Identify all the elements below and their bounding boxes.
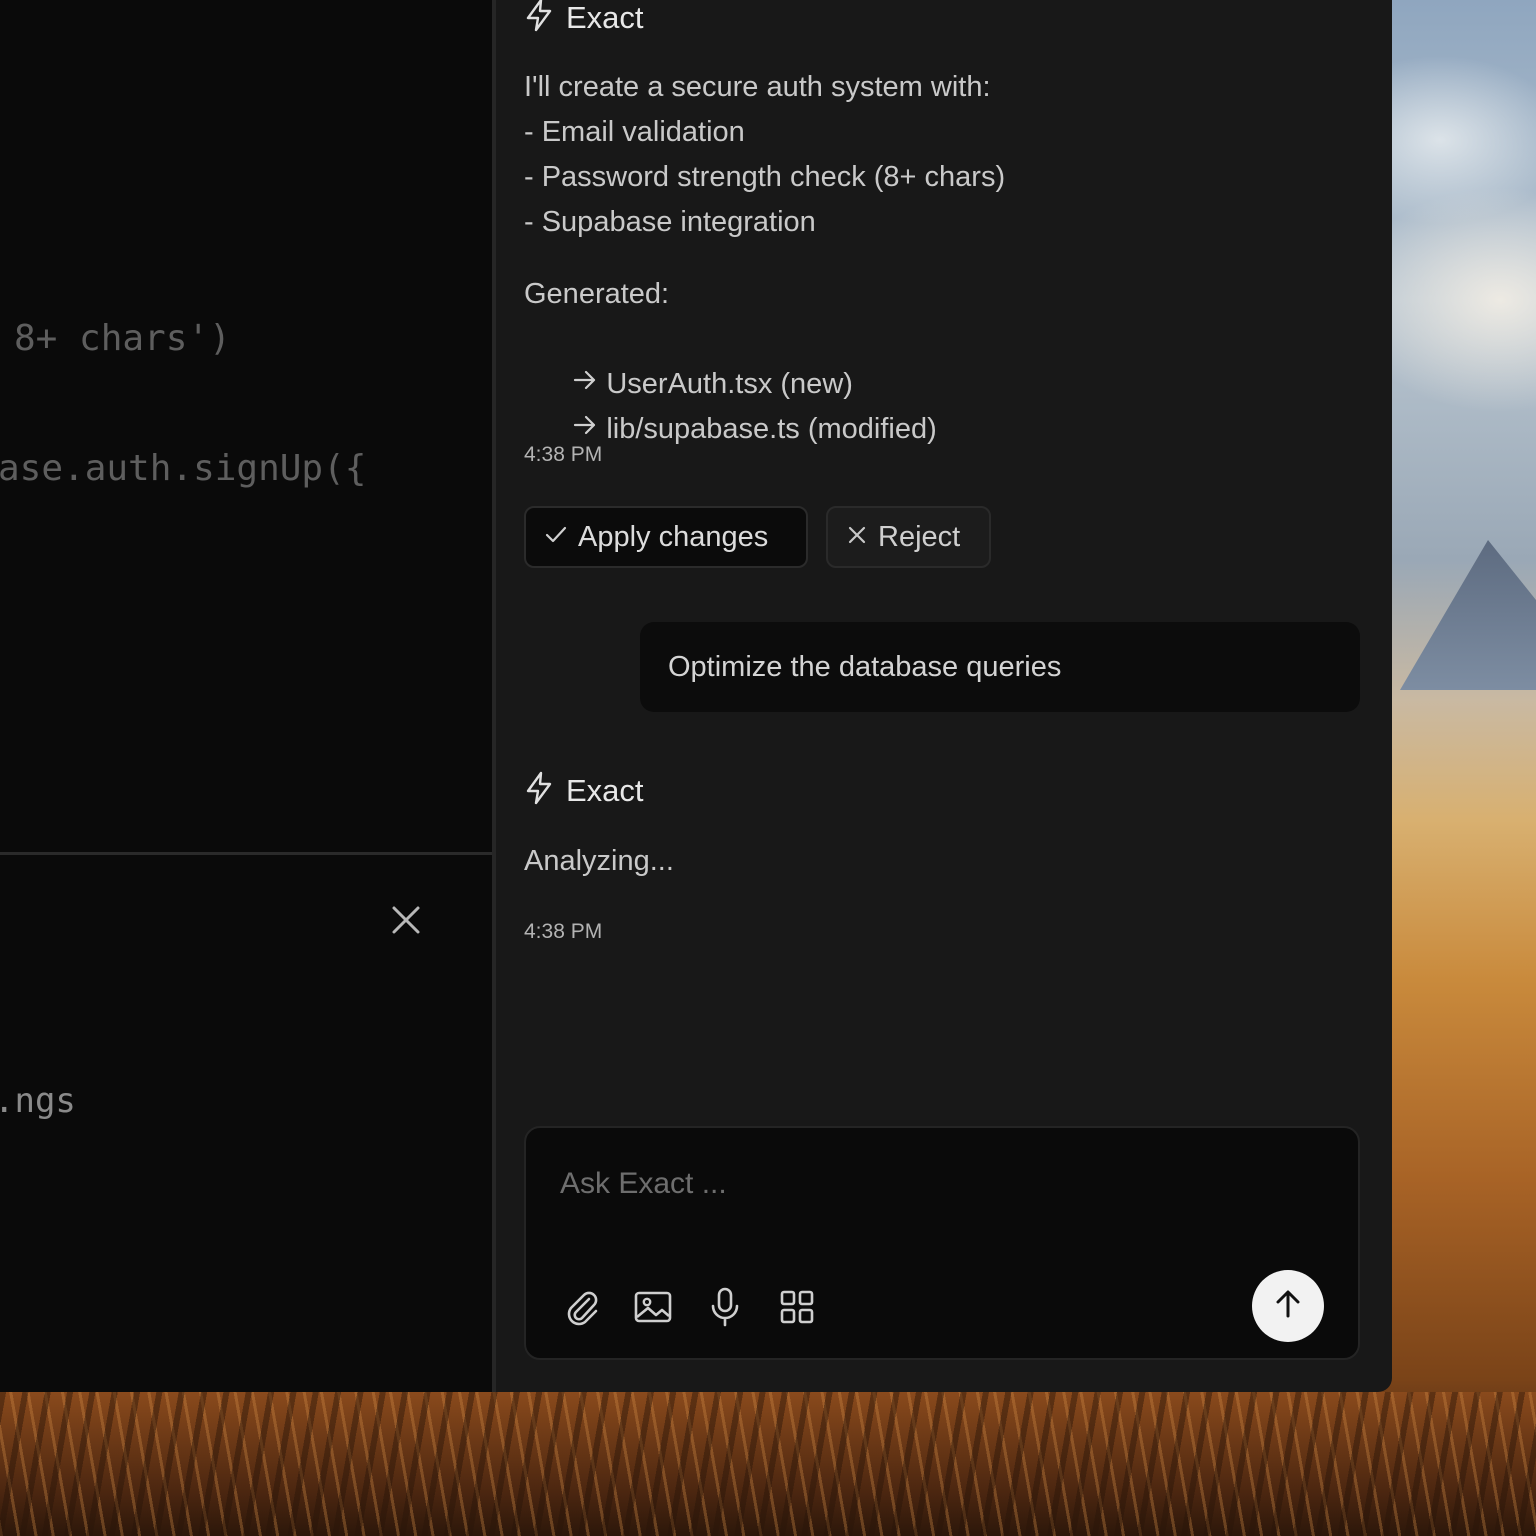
generated-label: Generated: (524, 278, 670, 310)
message-composer (524, 1126, 1360, 1360)
close-icon (846, 521, 868, 554)
agent-message-header: Exact (524, 771, 644, 810)
bolt-icon (524, 0, 554, 37)
file-name: lib/supabase.ts (modified) (606, 413, 937, 445)
status-text: Analyzing... (524, 845, 674, 877)
message-timestamp: 4:38 PM (524, 443, 603, 466)
code-line: ase.auth.signUp({ (0, 448, 367, 489)
message-line: - Email validation (524, 116, 745, 148)
apply-changes-button[interactable]: Apply changes (524, 506, 808, 568)
reject-button[interactable]: Reject (826, 506, 991, 568)
message-line: - Supabase integration (524, 206, 816, 238)
microphone-icon[interactable] (704, 1286, 746, 1328)
check-icon (544, 521, 568, 554)
chat-panel: Exact I'll create a secure auth system w… (496, 0, 1392, 1392)
generated-file[interactable]: lib/supabase.ts (modified) (524, 362, 937, 497)
message-timestamp: 4:38 PM (524, 920, 603, 943)
send-button[interactable] (1252, 1270, 1324, 1342)
code-line: 8+ chars') (14, 318, 231, 359)
chat-input[interactable] (558, 1158, 1322, 1210)
agent-name: Exact (566, 772, 644, 808)
user-message-text: Optimize the database queries (668, 650, 1062, 683)
code-editor[interactable]: 8+ chars') ase.auth.signUp({ (0, 0, 492, 854)
agent-message-header: Exact (524, 0, 644, 37)
background-grass (0, 1392, 1536, 1536)
paperclip-icon[interactable] (560, 1286, 602, 1328)
arrow-right-icon (524, 362, 598, 497)
user-message: Optimize the database queries (640, 622, 1360, 712)
message-line: - Password strength check (8+ chars) (524, 161, 1006, 193)
arrow-up-icon (1272, 1288, 1304, 1325)
terminal-line: .ngs (0, 1081, 76, 1121)
agent-name: Exact (566, 0, 644, 35)
grid-icon[interactable] (776, 1286, 818, 1328)
apply-changes-label: Apply changes (578, 520, 769, 553)
reject-label: Reject (878, 520, 961, 553)
message-line: I'll create a secure auth system with: (524, 71, 991, 103)
bolt-icon (524, 771, 554, 810)
close-icon[interactable] (388, 902, 424, 938)
image-icon[interactable] (632, 1286, 674, 1328)
